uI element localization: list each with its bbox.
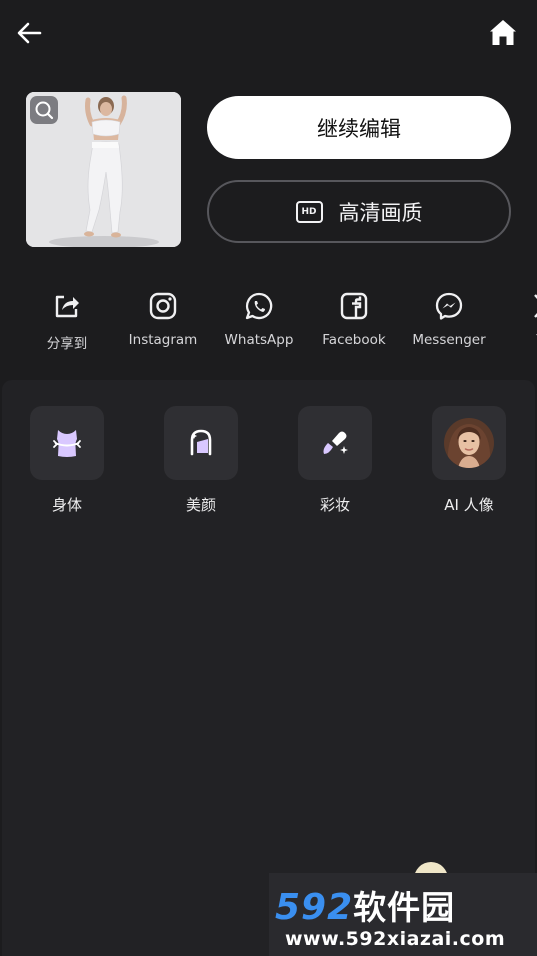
tool-makeup[interactable]: 彩妆 [290,406,380,515]
hd-quality-label: 高清画质 [338,200,423,225]
share-row: 分享到 Instagram WhatsApp Facebook Messenge… [0,290,537,360]
tool-body[interactable]: 身体 [22,406,112,515]
share-label: Instagram [128,332,198,348]
tool-beauty[interactable]: 美颜 [156,406,246,515]
facebook-icon [338,290,370,322]
tools-panel: 身体 美颜 彩妆 AI 人像 [2,380,535,956]
share-label: Facebook [322,332,386,348]
zoom-preview-button[interactable] [30,96,58,124]
tool-label: 彩妆 [319,496,350,514]
arrow-left-icon [17,22,42,44]
share-to-item[interactable]: 分享到 [22,290,112,352]
whatsapp-icon [243,290,275,322]
share-label: 分享到 [46,336,88,352]
home-button[interactable] [487,16,519,48]
ai-portrait-avatar [444,418,494,468]
watermark-number: 592 [275,887,354,928]
magnifier-icon [35,101,54,120]
photo-preview[interactable] [26,92,181,247]
continue-edit-button[interactable]: 继续编辑 [207,96,511,159]
makeup-brush-icon [298,406,372,480]
tool-label: AI 人像 [444,496,494,514]
share-whatsapp-item[interactable]: WhatsApp [214,290,304,348]
share-twitter-item[interactable]: Tw [500,290,537,348]
tool-ai-portrait[interactable]: AI 人像 [424,406,514,515]
messenger-icon [433,290,465,322]
top-bar [0,0,537,70]
result-screen: 继续编辑 HD 高清画质 分享到 Instagram WhatsApp Face… [0,0,537,956]
share-label: WhatsApp [224,332,294,348]
share-facebook-item[interactable]: Facebook [309,290,399,348]
share-icon [51,290,83,322]
hd-icon: HD [295,200,323,223]
instagram-icon [147,290,179,322]
back-button[interactable] [12,18,46,48]
ai-portrait-icon [432,406,506,480]
share-messenger-item[interactable]: Messenger [404,290,494,348]
hd-quality-button[interactable]: HD 高清画质 [207,180,511,243]
watermark-brand: 592软件园 [275,881,455,929]
twitter-icon [529,290,537,322]
share-instagram-item[interactable]: Instagram [118,290,208,348]
home-icon [490,19,516,45]
watermark-brand-cn: 软件园 [353,888,456,927]
body-icon [30,406,104,480]
tool-label: 美颜 [185,496,216,514]
continue-edit-label: 继续编辑 [317,116,401,141]
share-label: Messenger [412,332,486,348]
watermark: 592软件园 www.592xiazai.com [269,873,537,956]
tool-label: 身体 [51,496,82,514]
beauty-face-icon [164,406,238,480]
watermark-url: www.592xiazai.com [285,928,506,950]
